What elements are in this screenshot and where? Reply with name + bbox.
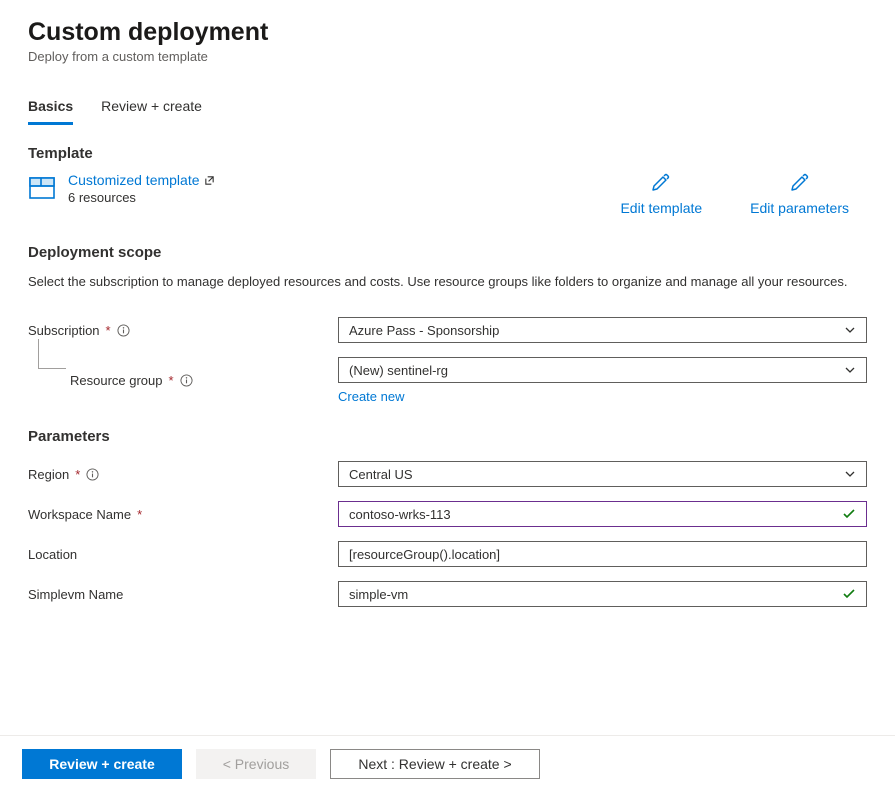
pencil-icon [790, 172, 810, 192]
previous-button: < Previous [196, 749, 316, 779]
subscription-select[interactable]: Azure Pass - Sponsorship [338, 317, 867, 343]
page-subtitle: Deploy from a custom template [28, 49, 867, 64]
external-link-icon [204, 175, 215, 186]
deployment-scope-description: Select the subscription to manage deploy… [28, 273, 848, 291]
info-icon[interactable] [86, 468, 99, 481]
deployment-scope-heading: Deployment scope [28, 244, 867, 261]
resource-group-value: (New) sentinel-rg [349, 363, 844, 378]
parameters-heading: Parameters [28, 428, 867, 445]
edit-parameters-button[interactable]: Edit parameters [750, 172, 849, 216]
customized-template-link[interactable]: Customized template [68, 172, 215, 188]
region-label-text: Region [28, 467, 69, 482]
workspace-name-value: contoso-wrks-113 [349, 507, 842, 522]
check-icon [842, 507, 856, 521]
resource-group-select[interactable]: (New) sentinel-rg [338, 357, 867, 383]
chevron-down-icon [844, 468, 856, 480]
edit-parameters-label: Edit parameters [750, 200, 849, 216]
template-heading: Template [28, 145, 867, 162]
indent-connector [38, 339, 66, 369]
simplevm-name-label: Simplevm Name [28, 587, 338, 602]
chevron-down-icon [844, 364, 856, 376]
resource-group-label: Resource group * [70, 373, 338, 388]
simplevm-name-label-text: Simplevm Name [28, 587, 123, 602]
workspace-name-label-text: Workspace Name [28, 507, 131, 522]
location-label-text: Location [28, 547, 77, 562]
chevron-down-icon [844, 324, 856, 336]
simplevm-name-input[interactable]: simple-vm [338, 581, 867, 607]
simplevm-name-value: simple-vm [349, 587, 842, 602]
region-select[interactable]: Central US [338, 461, 867, 487]
location-input[interactable]: [resourceGroup().location] [338, 541, 867, 567]
workspace-name-input[interactable]: contoso-wrks-113 [338, 501, 867, 527]
required-asterisk: * [106, 323, 111, 338]
template-resources: 6 resources [68, 190, 215, 205]
check-icon [842, 587, 856, 601]
resource-group-label-text: Resource group [70, 373, 163, 388]
workspace-name-label: Workspace Name * [28, 507, 338, 522]
edit-template-label: Edit template [620, 200, 702, 216]
create-new-link[interactable]: Create new [338, 389, 404, 404]
info-icon[interactable] [117, 324, 130, 337]
customized-template-text: Customized template [68, 172, 200, 188]
location-label: Location [28, 547, 338, 562]
page-title: Custom deployment [28, 18, 867, 47]
required-asterisk: * [75, 467, 80, 482]
info-icon[interactable] [180, 374, 193, 387]
location-value: [resourceGroup().location] [349, 547, 856, 562]
region-label: Region * [28, 467, 338, 482]
next-button[interactable]: Next : Review + create > [330, 749, 540, 779]
tabs: Basics Review + create [28, 98, 867, 125]
pencil-icon [651, 172, 671, 192]
region-value: Central US [349, 467, 844, 482]
tab-review-create[interactable]: Review + create [101, 98, 202, 125]
review-create-button[interactable]: Review + create [22, 749, 182, 779]
required-asterisk: * [137, 507, 142, 522]
template-icon [28, 174, 56, 202]
footer: Review + create < Previous Next : Review… [0, 735, 895, 791]
required-asterisk: * [169, 373, 174, 388]
subscription-value: Azure Pass - Sponsorship [349, 323, 844, 338]
tab-basics[interactable]: Basics [28, 98, 73, 125]
subscription-label-text: Subscription [28, 323, 100, 338]
edit-template-button[interactable]: Edit template [620, 172, 702, 216]
subscription-label: Subscription * [28, 323, 338, 338]
